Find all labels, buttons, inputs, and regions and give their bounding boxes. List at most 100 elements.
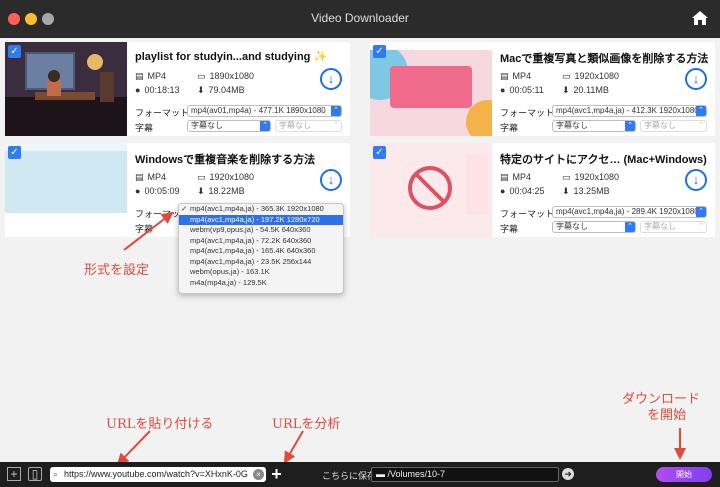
size-icon: ⬇ <box>562 85 570 95</box>
film-icon: ▤ <box>135 71 144 81</box>
video-size: 18.22MB <box>208 186 245 196</box>
save-path-field[interactable]: ▬ /Volumes/10-7 <box>371 467 559 482</box>
window-title: Video Downloader <box>311 11 409 25</box>
url-input[interactable]: ⌕ https://www.youtube.com/watch?v=XHxnK-… <box>50 467 266 482</box>
chevron-down-icon: ⌃ <box>696 106 706 116</box>
trash-icon[interactable]: ▯ <box>28 467 42 481</box>
format-option[interactable]: mp4(avc1,mp4a,ja) - 197.2K 1280x720 <box>179 214 343 225</box>
download-button[interactable]: ↓ <box>685 68 707 90</box>
chevron-down-icon: ⌃ <box>260 121 270 131</box>
chevron-down-icon: ⌃ <box>625 121 635 131</box>
select-checkbox[interactable]: ✓ <box>8 45 21 58</box>
format-option[interactable]: webm(opus,ja) - 163.1K <box>179 267 343 278</box>
chevron-down-icon: ⌃ <box>331 106 341 116</box>
save-location-label: こちらに保存 <box>322 471 377 481</box>
format-select[interactable]: mp4(avc1,mp4a,ja) - 412.3K 1920x1080 ⌃ <box>552 105 707 117</box>
clock-icon: ● <box>135 85 141 95</box>
video-ext: MP4 <box>512 172 532 182</box>
format-option[interactable]: webm(vp9,opus,ja) - 54.5K 640x360 <box>179 225 343 236</box>
chevron-down-icon: ⌃ <box>333 122 339 129</box>
format-option[interactable]: mp4(avc1,mp4a,ja) - 23.5K 256x144 <box>179 257 343 268</box>
video-resolution: 1890x1080 <box>209 71 255 81</box>
subtitle-label: 字幕 <box>500 123 519 133</box>
annotation-format: 形式を設定 <box>84 263 150 278</box>
video-thumbnail-1: ✓ <box>5 42 127 136</box>
app-window: Video Downloader ✓ playlist for studyin.… <box>0 0 720 487</box>
video-resolution: 1920x1080 <box>209 172 255 182</box>
subtitle-label: 字幕 <box>135 123 154 133</box>
annotation-start-line2: を開始 <box>647 408 687 423</box>
video-resolution: 1920x1080 <box>574 71 620 81</box>
format-option[interactable]: ✓ mp4(avc1,mp4a,ja) - 365.3K 1920x1080 <box>179 204 343 215</box>
size-icon: ⬇ <box>197 85 205 95</box>
video-title: Windowsで重複音楽を削除する方法 <box>135 154 316 166</box>
format-select[interactable]: mp4(avc1,mp4a,ja) - 289.4K 1920x1080 ⌃ <box>552 206 707 218</box>
video-title: playlist for studyin...and studying ✨ <box>135 51 328 63</box>
monitor-icon: ▭ <box>562 172 571 182</box>
title-bar: Video Downloader <box>0 0 720 38</box>
search-icon: ⌕ <box>53 469 59 479</box>
checkmark-icon: ✓ <box>181 204 188 213</box>
format-label: フォーマット <box>500 209 555 219</box>
folder-icon: ▬ <box>376 469 388 479</box>
subtitle-select-2: 字幕なし ⌃ <box>640 221 707 233</box>
chevron-down-icon: ⌃ <box>696 207 706 217</box>
download-arrow-icon: ↓ <box>327 172 335 187</box>
analyze-button[interactable]: + <box>269 465 284 483</box>
subtitle-select[interactable]: 字幕なし ⌃ <box>552 120 636 132</box>
select-checkbox[interactable]: ✓ <box>373 45 386 58</box>
subtitle-select-2: 字幕なし ⌃ <box>275 120 342 132</box>
annotation-paste: URLを貼り付ける <box>106 417 214 432</box>
open-folder-arrow-icon[interactable]: ➜ <box>562 468 574 480</box>
video-ext: MP4 <box>147 172 167 182</box>
monitor-icon: ▭ <box>197 71 206 81</box>
format-option[interactable]: mp4(avc1,mp4a,ja) - 72.2K 640x360 <box>179 236 343 247</box>
format-option[interactable]: mp4(avc1,mp4a,ja) - 165.4K 640x360 <box>179 246 343 257</box>
annotation-analyze: URLを分析 <box>272 417 341 432</box>
chevron-down-icon: ⌃ <box>698 223 704 230</box>
video-card-2: ✓ Macで重複写真と類似画像を削除する方法 ▤ MP4 ▭ 1920x1080 ●… <box>370 42 715 136</box>
clock-icon: ● <box>135 186 141 196</box>
video-thumbnail-3: ✓ <box>5 143 127 237</box>
monitor-icon: ▭ <box>562 71 571 81</box>
video-thumbnail-2: ✓ <box>370 42 492 136</box>
video-size: 79.04MB <box>208 85 245 95</box>
clock-icon: ● <box>500 186 506 196</box>
size-icon: ⬇ <box>562 186 570 196</box>
clear-icon[interactable]: × <box>253 469 264 480</box>
video-thumbnail-4: ✓ <box>370 143 492 237</box>
video-size: 13.25MB <box>573 186 610 196</box>
format-select[interactable]: mp4(av01,mp4a) - 477.1K 1890x1080 ⌃ <box>187 105 342 117</box>
film-icon: ▤ <box>135 172 144 182</box>
subtitle-label: 字幕 <box>135 224 154 234</box>
video-card-4: ✓ 特定のサイトにアクセ… (Mac+Windows) ▤ MP4 ▭ 1920x1… <box>370 143 715 237</box>
download-button[interactable]: ↓ <box>320 68 342 90</box>
video-ext: MP4 <box>147 71 167 81</box>
video-ext: MP4 <box>512 71 532 81</box>
download-button[interactable]: ↓ <box>320 169 342 191</box>
clock-icon: ● <box>500 85 506 95</box>
subtitle-label: 字幕 <box>500 224 519 234</box>
size-icon: ⬇ <box>197 186 205 196</box>
start-button[interactable]: 開始 <box>656 467 712 482</box>
add-icon[interactable]: + <box>7 467 21 481</box>
subtitle-select[interactable]: 字幕なし ⌃ <box>187 120 271 132</box>
video-title: Macで重複写真と類似画像を削除する方法 <box>500 53 709 65</box>
video-duration: 00:05:09 <box>144 186 180 196</box>
download-arrow-icon: ↓ <box>692 172 700 187</box>
select-checkbox[interactable]: ✓ <box>8 146 21 159</box>
video-duration: 00:18:13 <box>144 85 180 95</box>
format-option[interactable]: m4a(mp4a,ja) - 129.5K <box>179 278 343 289</box>
subtitle-select[interactable]: 字幕なし ⌃ <box>552 221 636 233</box>
home-icon[interactable] <box>690 8 710 28</box>
download-button[interactable]: ↓ <box>685 169 707 191</box>
video-resolution: 1920x1080 <box>574 172 620 182</box>
subtitle-select-2: 字幕なし ⌃ <box>640 120 707 132</box>
format-label: フォーマット <box>500 108 555 118</box>
select-checkbox[interactable]: ✓ <box>373 146 386 159</box>
monitor-icon: ▭ <box>197 172 206 182</box>
video-size: 20.11MB <box>573 85 609 95</box>
video-card-1: ✓ playlist for studyin...and studying ✨ … <box>5 42 350 136</box>
video-duration: 00:04:25 <box>509 186 545 196</box>
download-arrow-icon: ↓ <box>327 71 335 86</box>
